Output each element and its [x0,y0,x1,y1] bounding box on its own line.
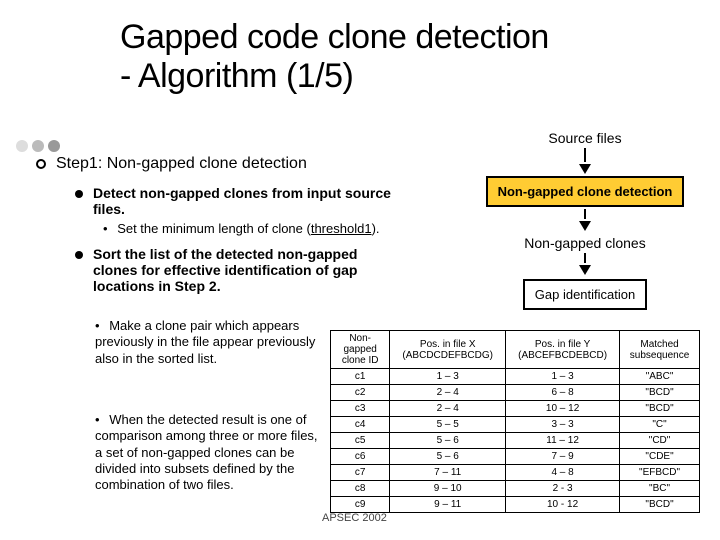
flow-label-source: Source files [548,130,621,146]
clone-table: Non-gapped clone ID Pos. in file X (ABCD… [330,330,700,513]
table-row: c22 – 46 – 8"BCD" [331,385,700,401]
title-line-2: - Algorithm (1/5) [120,57,353,95]
table-cell: 5 – 6 [390,433,506,449]
col-pos-y: Pos. in file Y (ABCEFBCDEBCD) [506,331,620,369]
table-cell: 7 – 11 [390,465,506,481]
table-row: c32 – 410 – 12"BCD" [331,401,700,417]
table-cell: 7 – 9 [506,449,620,465]
table-cell: 3 – 3 [506,417,620,433]
sub-bullet-prefix: Set the minimum length of clone ( [117,221,311,236]
sub-bullet-icon: • [95,412,100,427]
step-heading: Step1: Non-gapped clone detection [36,155,307,173]
table-cell: "BCD" [620,401,700,417]
arrow-stem-icon [584,148,586,162]
table-row: c45 – 53 – 3"C" [331,417,700,433]
arrow-down-icon [579,164,591,174]
sub-note-text: Make a clone pair which appears previous… [95,318,315,366]
flow-box-detection: Non-gapped clone detection [486,176,685,207]
table-cell: 9 – 11 [390,497,506,513]
table-cell: 5 – 6 [390,449,506,465]
table-cell: "CD" [620,433,700,449]
table-cell: 2 – 4 [390,401,506,417]
table-cell: 5 – 5 [390,417,506,433]
table-cell: c2 [331,385,390,401]
filled-bullet-icon [75,190,83,198]
table-cell: "EFBCD" [620,465,700,481]
bullet-text: Detect non-gapped clones from input sour… [93,185,395,217]
table-cell: "CDE" [620,449,700,465]
table-cell: "C" [620,417,700,433]
table-row: c77 – 114 – 8"EFBCD" [331,465,700,481]
table-row: c99 – 1110 - 12"BCD" [331,497,700,513]
table-cell: 6 – 8 [506,385,620,401]
bullet-text: Sort the list of the detected non-gapped… [93,246,395,294]
table-row: c89 – 102 - 3"BC" [331,481,700,497]
decorative-dots [16,140,60,152]
bullet-list: Detect non-gapped clones from input sour… [75,185,395,298]
sub-note-text: When the detected result is one of compa… [95,412,318,492]
table-cell: c8 [331,481,390,497]
sub-note: • Make a clone pair which appears previo… [95,318,325,367]
bullet-item: Detect non-gapped clones from input sour… [75,185,395,217]
sub-bullet-icon: • [103,221,108,236]
arrow-stem-icon [584,253,586,263]
table-cell: c4 [331,417,390,433]
table-cell: c9 [331,497,390,513]
col-clone-id: Non-gapped clone ID [331,331,390,369]
table-cell: 1 – 3 [390,369,506,385]
slide-footer: APSEC 2002 [322,512,387,524]
circle-bullet-icon [36,159,46,169]
table-cell: c5 [331,433,390,449]
flow-label-clones: Non-gapped clones [524,235,645,251]
table-cell: 9 – 10 [390,481,506,497]
table-cell: "BCD" [620,385,700,401]
arrow-down-icon [579,221,591,231]
table-header: Non-gapped clone ID Pos. in file X (ABCD… [331,331,700,369]
table-cell: 4 – 8 [506,465,620,481]
table-cell: 11 – 12 [506,433,620,449]
flow-box-gap: Gap identification [523,279,647,310]
table-cell: c1 [331,369,390,385]
arrow-down-icon [579,265,591,275]
dot-icon [32,140,44,152]
table-row: c55 – 611 – 12"CD" [331,433,700,449]
table-cell: 2 - 3 [506,481,620,497]
table-cell: c3 [331,401,390,417]
sub-bullet-icon: • [95,318,100,333]
table-cell: c6 [331,449,390,465]
table-cell: c7 [331,465,390,481]
slide-title: Gapped code clone detection - Algorithm … [120,18,549,96]
table-cell: 10 – 12 [506,401,620,417]
col-subseq: Matched subsequence [620,331,700,369]
step-label: Step1: Non-gapped clone detection [56,155,307,173]
dot-icon [16,140,28,152]
table-body: c11 – 31 – 3"ABC"c22 – 46 – 8"BCD"c32 – … [331,369,700,513]
table-cell: "ABC" [620,369,700,385]
threshold-underline: threshold1 [311,221,372,236]
sub-bullet-suffix: ). [372,221,380,236]
filled-bullet-icon [75,251,83,259]
flow-diagram: Source files Non-gapped clone detection … [480,130,690,310]
bullet-item: Sort the list of the detected non-gapped… [75,246,395,294]
sub-note: • When the detected result is one of com… [95,412,325,493]
col-pos-x: Pos. in file X (ABCDCDEFBCDG) [390,331,506,369]
table-row: c65 – 67 – 9"CDE" [331,449,700,465]
table-row: c11 – 31 – 3"ABC" [331,369,700,385]
sub-bullet-item: • Set the minimum length of clone (thres… [103,221,395,236]
table-cell: 2 – 4 [390,385,506,401]
table-cell: 10 - 12 [506,497,620,513]
table-cell: "BC" [620,481,700,497]
table-cell: "BCD" [620,497,700,513]
title-line-1: Gapped code clone detection [120,18,549,56]
arrow-stem-icon [584,209,586,219]
dot-icon [48,140,60,152]
table-cell: 1 – 3 [506,369,620,385]
